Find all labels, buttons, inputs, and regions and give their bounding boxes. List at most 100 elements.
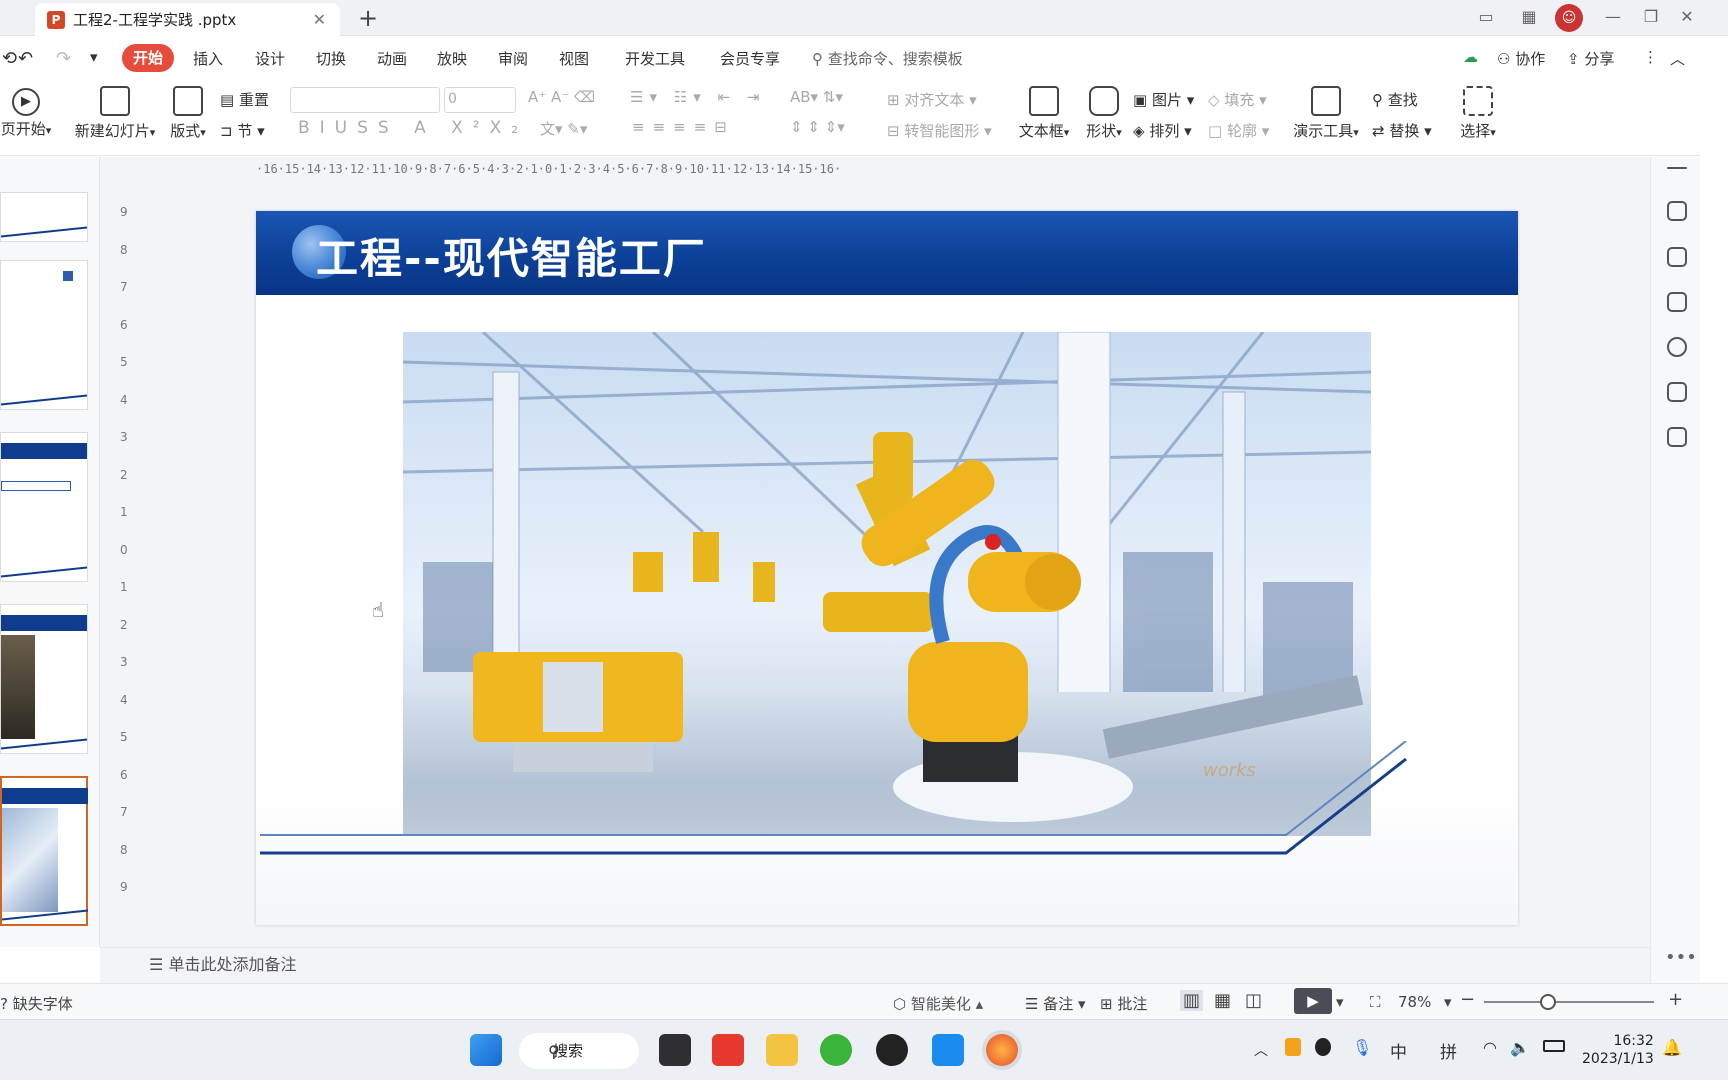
play-from-page-button[interactable]: ▶ 页开始▾	[0, 84, 52, 139]
command-search[interactable]: ⚲ 查找命令、搜索模板	[812, 48, 963, 69]
collab-button[interactable]: ⚇ 协作	[1497, 48, 1545, 69]
layout-toggle-icon[interactable]: ▭	[1475, 8, 1497, 26]
slide-thumbnail[interactable]	[0, 260, 88, 410]
fill-button[interactable]: ◇ 填充 ▾	[1208, 89, 1267, 110]
menu-tab-insert[interactable]: 插入	[193, 48, 223, 69]
find-button[interactable]: ⚲ 查找	[1372, 89, 1418, 110]
menu-tab-view[interactable]: 视图	[559, 48, 589, 69]
restore-icon[interactable]: ❐	[1640, 8, 1662, 26]
zoom-level[interactable]: 78%	[1398, 993, 1431, 1011]
line-spacing-icons[interactable]: ⇕ ⇕ ⇕▾	[790, 118, 845, 136]
slide-thumbnail-pane[interactable]	[0, 157, 100, 947]
presenter-tools-button[interactable]: 演示工具▾	[1288, 84, 1364, 141]
comments-button[interactable]: ⊞ 批注	[1100, 993, 1147, 1014]
start-menu-icon[interactable]	[470, 1034, 502, 1066]
reading-view-icon[interactable]: ◫	[1245, 990, 1262, 1011]
slide-title[interactable]: 工程--现代智能工厂	[316, 225, 707, 286]
slide-thumbnail[interactable]	[0, 192, 88, 242]
list-indent-icons[interactable]: ☰▾ ☷▾ ⇤ ⇥	[630, 88, 765, 106]
menu-tab-review[interactable]: 审阅	[498, 48, 528, 69]
wps-office-icon[interactable]	[712, 1034, 744, 1066]
new-slide-button[interactable]: 新建幻灯片▾	[70, 84, 160, 141]
sorter-view-icon[interactable]: ▦	[1214, 990, 1231, 1011]
font-size-select[interactable]: 0	[444, 87, 516, 113]
notification-bell-icon[interactable]: 🔔	[1662, 1038, 1682, 1057]
smart-beautify-button[interactable]: ⬡ 智能美化 ▴	[893, 993, 983, 1014]
zoom-slider-thumb[interactable]	[1540, 994, 1556, 1010]
wifi-icon[interactable]: ◠	[1483, 1038, 1497, 1057]
menu-tab-developer[interactable]: 开发工具	[625, 48, 685, 69]
close-tab-icon[interactable]: ✕	[313, 10, 326, 29]
redo-icon[interactable]: ↷	[56, 48, 71, 69]
reset-button[interactable]: ▤ 重置	[220, 89, 269, 110]
menu-tab-slideshow[interactable]: 放映	[437, 48, 467, 69]
lightning-icon[interactable]	[1667, 337, 1687, 357]
collapse-ribbon-icon[interactable]: ︿	[1670, 48, 1685, 69]
replace-button[interactable]: ⇄ 替换 ▾	[1372, 120, 1432, 141]
battery-icon[interactable]	[1543, 1040, 1565, 1052]
volume-icon[interactable]: 🔈	[1510, 1038, 1530, 1057]
normal-view-icon[interactable]: ▥	[1180, 990, 1204, 1011]
tray-overflow-icon[interactable]: ︿	[1254, 1040, 1268, 1060]
slide-switch-icon[interactable]	[1667, 247, 1687, 267]
cloud-sync-icon[interactable]: ☁	[1463, 48, 1478, 66]
paragraph-align-icons[interactable]: ≡≡≡≡⊟	[632, 118, 735, 136]
document-tab[interactable]: P 工程2-工程学实践 .pptx ✕	[35, 3, 340, 36]
picture-button[interactable]: ▣ 图片 ▾	[1133, 89, 1194, 110]
menu-tab-design[interactable]: 设计	[255, 48, 285, 69]
shape-button[interactable]: 形状▾	[1082, 84, 1126, 141]
taskbar-search[interactable]: 搜索	[519, 1033, 639, 1069]
slide-canvas[interactable]: 工程--现代智能工厂 works	[256, 211, 1518, 925]
rocket-icon[interactable]	[1667, 201, 1687, 221]
align-text-button[interactable]: ⊞ 对齐文本 ▾	[887, 89, 977, 110]
layout-button[interactable]: 版式▾	[166, 84, 210, 141]
font-format-buttons[interactable]: BIUSS A X²X₂	[298, 118, 528, 138]
system-clock[interactable]: 16:32 2023/1/13	[1582, 1032, 1654, 1068]
textbox-button[interactable]: 文本框▾	[1016, 84, 1072, 141]
undo-icon[interactable]: ↶	[18, 48, 33, 69]
text-direction-icons[interactable]: AB▾ ⇅▾	[790, 88, 843, 106]
close-window-icon[interactable]: ✕	[1676, 8, 1698, 26]
more-options-icon[interactable]: •••	[1665, 947, 1697, 968]
outline-button[interactable]: □ 轮廓 ▾	[1208, 120, 1269, 141]
ime-mode[interactable]: 拼	[1440, 1038, 1457, 1063]
drag-handle-icon[interactable]	[1667, 167, 1687, 169]
photos-icon[interactable]	[932, 1034, 964, 1066]
save-icon[interactable]: ⟲	[2, 48, 17, 69]
slideshow-options-icon[interactable]: ▾	[1336, 993, 1344, 1011]
ime-language[interactable]: 中	[1390, 1038, 1407, 1063]
cube-icon[interactable]	[1667, 427, 1687, 447]
notes-pane[interactable]	[100, 947, 1650, 983]
arrange-button[interactable]: ◈ 排列 ▾	[1133, 120, 1192, 141]
slide-thumbnail-active[interactable]	[0, 776, 88, 926]
zoom-dropdown-icon[interactable]: ▾	[1444, 993, 1452, 1011]
fit-window-icon[interactable]: ⛶	[1370, 993, 1381, 1011]
zoom-slider-track[interactable]	[1484, 1001, 1654, 1003]
new-tab-button[interactable]: +	[358, 4, 378, 32]
menu-tab-member[interactable]: 会员专享	[720, 48, 780, 69]
book-icon[interactable]	[1667, 382, 1687, 402]
slide-thumbnail[interactable]	[0, 432, 88, 582]
menu-tab-animation[interactable]: 动画	[377, 48, 407, 69]
slide-thumbnail[interactable]	[0, 604, 88, 754]
play-slideshow-button[interactable]: ▶	[1294, 988, 1332, 1014]
tray-qq-icon[interactable]	[1315, 1038, 1331, 1056]
font-family-select[interactable]	[290, 87, 440, 113]
phonetic-highlight-icons[interactable]: 文▾ ✎▾	[540, 118, 587, 139]
apps-grid-icon[interactable]: ▦	[1518, 8, 1540, 26]
menu-tab-transition[interactable]: 切换	[316, 48, 346, 69]
select-button[interactable]: 选择▾	[1456, 84, 1500, 141]
zoom-out-icon[interactable]: −	[1460, 989, 1475, 1010]
customize-qat-icon[interactable]: ▾	[90, 48, 98, 66]
notes-toggle-button[interactable]: ☰ 备注 ▾	[1025, 993, 1086, 1014]
wechat-icon[interactable]	[820, 1034, 852, 1066]
image-tool-icon[interactable]	[1667, 292, 1687, 312]
tray-shield-icon[interactable]	[1285, 1038, 1301, 1056]
font-grow-shrink-icons[interactable]: A⁺ A⁻ ⌫	[528, 88, 595, 106]
section-button[interactable]: ⊐ 节 ▾	[220, 120, 265, 141]
zoom-in-icon[interactable]: +	[1668, 989, 1683, 1010]
microphone-icon[interactable]: 🎙	[1352, 1038, 1372, 1057]
task-view-icon[interactable]	[659, 1034, 691, 1066]
missing-font-button[interactable]: ? 缺失字体	[0, 993, 73, 1014]
firefox-icon[interactable]	[986, 1034, 1018, 1066]
